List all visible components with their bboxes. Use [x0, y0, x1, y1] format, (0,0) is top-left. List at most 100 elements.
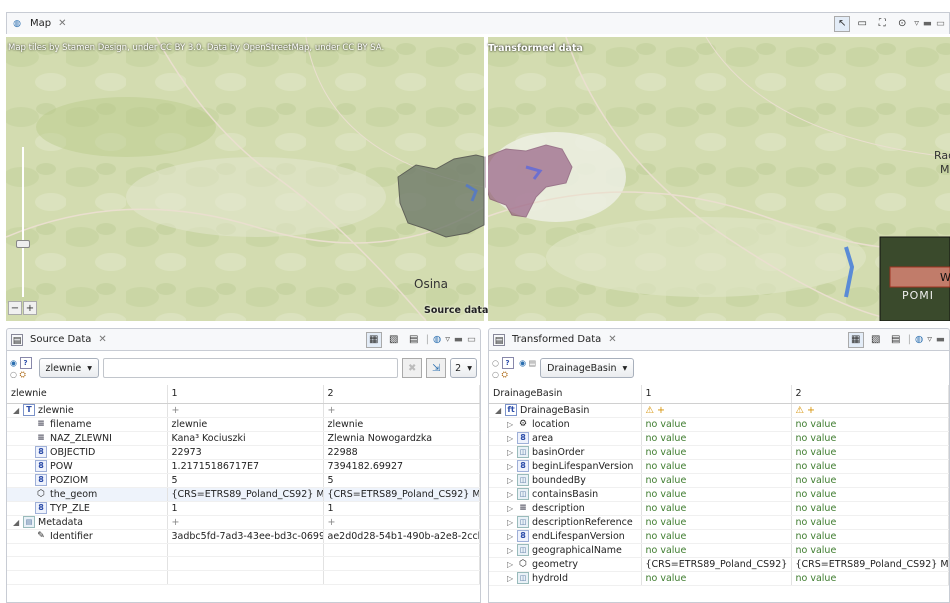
property-cell[interactable]: 8 POZIOM — [7, 473, 168, 488]
minimize-icon[interactable]: ▬ — [923, 18, 932, 29]
maximize-icon[interactable]: ▭ — [936, 18, 945, 29]
property-cell[interactable]: ▷ ◫ descriptionReference — [489, 515, 642, 530]
expand-closed-icon[interactable]: ▷ — [507, 502, 517, 515]
expand-open-icon[interactable]: ◢ — [13, 516, 23, 529]
globe-icon[interactable]: ◍ — [915, 334, 923, 345]
table-row[interactable]: ◢ ft DrainageBasin ⚠ + ⚠ + — [489, 403, 949, 418]
map-attribution[interactable]: Map tiles by Stamen Design, under CC BY … — [8, 43, 384, 53]
property-cell[interactable]: ≡ NAZ_ZLEWNI — [7, 431, 168, 446]
value-cell[interactable]: 1 — [323, 501, 480, 516]
value-cell[interactable]: no value — [791, 473, 949, 488]
property-cell[interactable]: ▷ 8 endLifespanVersion — [489, 529, 642, 544]
property-cell[interactable]: ▷ ⬡ geometry — [489, 557, 642, 572]
zoom-box-icon[interactable]: ▭ — [854, 16, 870, 32]
value-cell[interactable]: no value — [791, 459, 949, 474]
property-cell[interactable]: ✎ Identifier — [7, 529, 168, 544]
value-cell[interactable]: ⚠ + — [641, 403, 792, 418]
radio-type-icon[interactable]: ○ ? ◉ ▤ — [492, 356, 536, 369]
property-cell[interactable]: ▷ 8 beginLifespanVersion — [489, 459, 642, 474]
value-cell[interactable]: ae2d0d28-54b1-490b-a2e8-2ccb9f — [323, 529, 480, 544]
maximize-icon[interactable]: ▭ — [467, 334, 476, 345]
table-row[interactable]: 8 TYP_ZLE 1 1 — [7, 501, 480, 516]
value-cell[interactable]: no value — [791, 431, 949, 446]
table-row[interactable]: ▷ 8 endLifespanVersion no value no value — [489, 529, 949, 544]
property-cell[interactable]: ▷ ≡ description — [489, 501, 642, 516]
table-row[interactable]: ◢ ▤ Metadata + + — [7, 515, 480, 530]
view-menu-icon[interactable]: ▿ — [927, 334, 932, 345]
value-cell[interactable]: no value — [641, 501, 792, 516]
expand-open-icon[interactable]: ◢ — [13, 404, 23, 417]
extent-icon[interactable]: ⛶ — [874, 16, 890, 32]
zoom-slider-handle[interactable] — [16, 240, 30, 248]
type-select[interactable]: DrainageBasin ▾ — [540, 358, 635, 378]
table-row[interactable]: ▷ ≡ description no value no value — [489, 501, 949, 516]
column-header[interactable]: 2 — [791, 385, 949, 404]
expand-closed-icon[interactable]: ▷ — [507, 474, 517, 487]
apply-filter-icon[interactable]: ⇲ — [426, 358, 447, 378]
select-pointer-icon[interactable]: ↖ — [834, 15, 851, 32]
value-cell[interactable]: 1.21715186717E7 — [167, 459, 324, 474]
value-cell[interactable]: no value — [641, 529, 792, 544]
expand-closed-icon[interactable]: ▷ — [507, 558, 517, 571]
table-row[interactable]: ▷ 8 beginLifespanVersion no value no value — [489, 459, 949, 474]
expand-closed-icon[interactable]: ▷ — [507, 432, 517, 445]
expand-closed-icon[interactable]: ▷ — [507, 530, 517, 543]
value-cell[interactable]: + — [167, 515, 324, 530]
table-row[interactable]: ▷ ◫ hydroId no value no value — [489, 571, 949, 586]
column-header[interactable]: zlewnie — [7, 385, 168, 404]
column-header[interactable]: 2 — [323, 385, 480, 404]
value-cell[interactable]: {CRS=ETRS89_Poland_CS92} MUL — [641, 557, 792, 572]
table-row[interactable]: ▷ ⚙ location no value no value — [489, 417, 949, 432]
count-select[interactable]: 2 ▾ — [450, 358, 477, 378]
property-cell[interactable]: ▷ ⚙ location — [489, 417, 642, 432]
value-cell[interactable]: no value — [791, 445, 949, 460]
expand-closed-icon[interactable]: ▷ — [507, 488, 517, 501]
minimize-icon[interactable]: ▬ — [454, 334, 463, 345]
value-cell[interactable]: Zlewnia Nowogardzka — [323, 431, 480, 446]
value-cell[interactable]: 3adbc5fd-7ad3-43ee-bd3c-0699ba — [167, 529, 324, 544]
value-cell[interactable]: + — [323, 403, 480, 418]
table-row[interactable]: 8 OBJECTID 22973 22988 — [7, 445, 480, 460]
property-cell[interactable]: ▷ ◫ hydroId — [489, 571, 642, 586]
property-cell[interactable]: ▷ ◫ boundedBy — [489, 473, 642, 488]
close-icon[interactable]: ✕ — [58, 18, 66, 29]
value-cell[interactable]: 5 — [167, 473, 324, 488]
value-cell[interactable]: {CRS=ETRS89_Poland_CS92} MULT — [323, 487, 480, 502]
zoom-out-button[interactable]: − — [8, 301, 22, 315]
value-cell[interactable]: no value — [641, 571, 792, 586]
table-row[interactable]: ✎ Identifier 3adbc5fd-7ad3-43ee-bd3c-0699b… — [7, 529, 480, 544]
value-cell[interactable]: 22988 — [323, 445, 480, 460]
tree-view-icon[interactable]: ▧ — [868, 332, 884, 348]
table-row[interactable]: 8 POZIOM 5 5 — [7, 473, 480, 488]
property-cell[interactable]: ▷ ◫ geographicalName — [489, 543, 642, 558]
value-cell[interactable]: ⚠ + — [791, 403, 949, 418]
map-tab[interactable]: ◍ Map ✕ ↖ ▭ ⛶ ⊙ ▿ ▬ ▭ — [6, 12, 950, 34]
table-row[interactable]: ▷ ◫ descriptionReference no value no value — [489, 515, 949, 530]
expand-closed-icon[interactable]: ▷ — [507, 446, 517, 459]
value-cell[interactable]: no value — [791, 529, 949, 544]
list-view-icon[interactable]: ▤ — [406, 332, 422, 348]
value-cell[interactable]: no value — [791, 515, 949, 530]
value-cell[interactable]: no value — [641, 515, 792, 530]
property-cell[interactable]: ◢ ft DrainageBasin — [489, 403, 642, 418]
table-row[interactable]: ≡ filename zlewnie zlewnie — [7, 417, 480, 432]
property-cell[interactable]: ▷ ◫ basinOrder — [489, 445, 642, 460]
table-row[interactable]: ⬡ the_geom {CRS=ETRS89_Poland_CS92} MULT{C… — [7, 487, 480, 502]
property-cell[interactable]: ⬡ the_geom — [7, 487, 168, 502]
minimize-icon[interactable]: ▬ — [936, 334, 945, 345]
globe-icon[interactable]: ◍ — [433, 334, 441, 345]
value-cell[interactable]: no value — [641, 459, 792, 474]
zoom-in-button[interactable]: + — [23, 301, 37, 315]
value-cell[interactable]: no value — [791, 487, 949, 502]
column-header[interactable]: DrainageBasin — [489, 385, 642, 404]
value-cell[interactable]: no value — [641, 431, 792, 446]
list-view-icon[interactable]: ▤ — [888, 332, 904, 348]
table-row[interactable]: ▷⬡ geometry {CRS=ETRS89_Poland_CS92} MUL{C… — [489, 557, 949, 572]
value-cell[interactable]: + — [167, 403, 324, 418]
filter-input[interactable] — [103, 358, 399, 378]
value-cell[interactable]: 7394182.69927 — [323, 459, 480, 474]
table-row[interactable]: ▷ ◫ containsBasin no value no value — [489, 487, 949, 502]
grid-view-icon[interactable]: ▦ — [847, 331, 864, 348]
value-cell[interactable]: no value — [791, 571, 949, 586]
value-cell[interactable]: 1 — [167, 501, 324, 516]
